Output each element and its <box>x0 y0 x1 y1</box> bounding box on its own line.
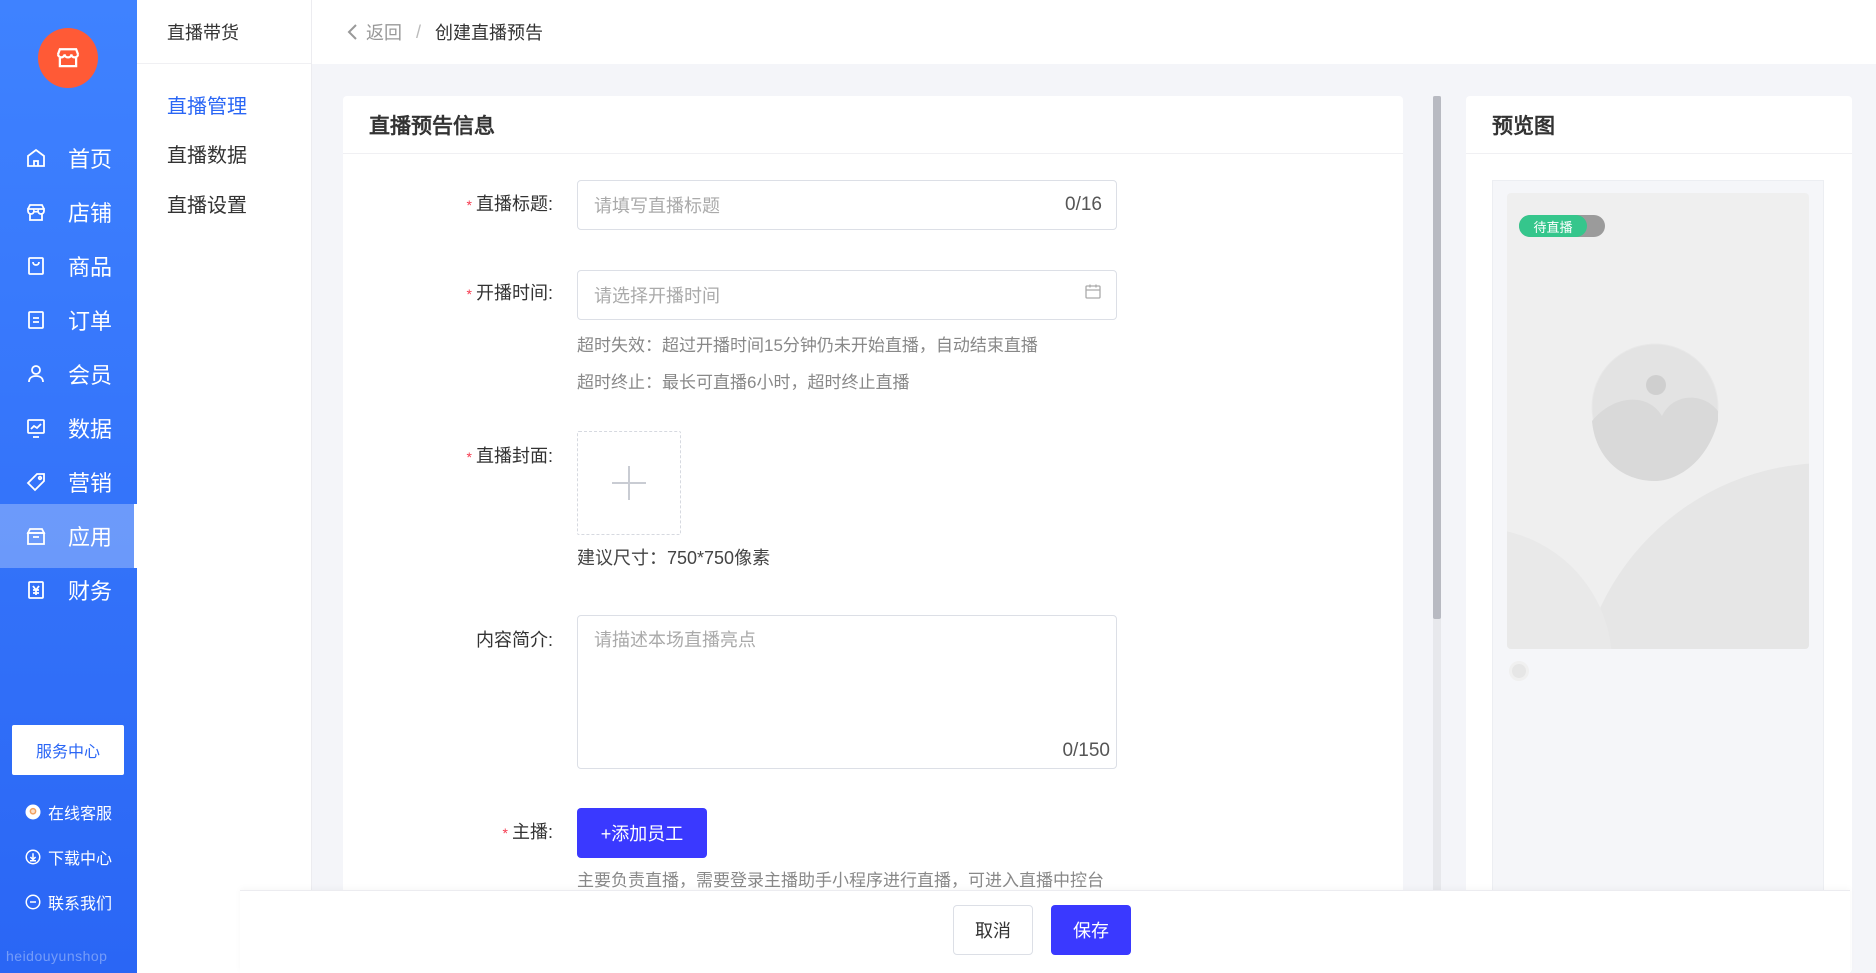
time-label: * 开播时间: <box>466 283 553 303</box>
nav-item-label: 订单 <box>68 309 113 334</box>
breadcrumb: 返回 / 创建直播预告 <box>312 0 1876 64</box>
live-title-counter: 0/16 <box>1065 194 1102 215</box>
action-bar: 取消 保存 <box>240 890 1850 973</box>
live-preview-form-card: 直播预告信息 * 直播标题: 请填写直播标题 0/16 * 开播时间: 请选择开播时… <box>343 96 1403 973</box>
chat-icon <box>24 893 42 911</box>
nav-item-label: 数据 <box>68 417 113 442</box>
app-icon <box>24 524 48 548</box>
intro-placeholder: 请描述本场直播亮点 <box>594 630 756 650</box>
online-service-label: 在线客服 <box>48 806 113 823</box>
store-icon <box>24 200 48 224</box>
sub-nav-item-live-settings[interactable]: 直播设置 <box>167 189 247 218</box>
sub-nav-item-live-manage[interactable]: 直播管理 <box>167 90 247 119</box>
avatar <box>1509 661 1529 681</box>
download-center-link[interactable]: 下载中心 <box>24 845 112 869</box>
timeout-stop-hint: 超时终止：最长可直播6小时，超时终止直播 <box>577 373 910 392</box>
cover-label: * 直播封面: <box>466 446 553 466</box>
save-button[interactable]: 保存 <box>1051 905 1131 955</box>
back-label: 返回 <box>366 23 402 43</box>
preview-card: 预览图 待直播 <box>1466 96 1852 973</box>
chart-icon <box>24 416 48 440</box>
back-link[interactable]: 返回 <box>346 19 402 45</box>
calendar-icon <box>1085 284 1101 299</box>
required-mark: * <box>466 286 472 302</box>
nav-item-label: 店铺 <box>68 201 113 226</box>
chevron-left-icon <box>347 24 357 40</box>
cover-upload[interactable] <box>577 431 681 535</box>
add-staff-button[interactable]: +添加员工 <box>577 808 707 858</box>
nav-item-label: 首页 <box>68 147 113 172</box>
sub-nav: 直播带货 直播管理 直播数据 直播设置 <box>137 0 312 973</box>
cover-placeholder-image: 待直播 <box>1507 193 1809 649</box>
form-title: 直播预告信息 <box>343 96 1403 154</box>
preview-title: 预览图 <box>1466 96 1852 154</box>
intro-textarea[interactable]: 请描述本场直播亮点 0/150 <box>577 615 1117 769</box>
timeout-expire-hint: 超时失效：超过开播时间15分钟仍未开始直播，自动结束直播 <box>577 336 1038 355</box>
live-title-placeholder: 请填写直播标题 <box>594 196 720 216</box>
download-center-label: 下载中心 <box>48 851 113 868</box>
breadcrumb-separator: / <box>416 21 422 42</box>
sub-nav-header: 直播带货 <box>137 0 311 64</box>
sub-nav-item-live-data[interactable]: 直播数据 <box>167 139 247 168</box>
title-label: * 直播标题: <box>466 194 553 214</box>
breadcrumb-current: 创建直播预告 <box>435 23 544 43</box>
download-icon <box>24 848 42 866</box>
intro-counter: 0/150 <box>1062 740 1110 761</box>
main-nav: 首页 店铺 商品 订单 会员 数据 营销 应用 财务 服务中心 在线客服 下载中… <box>0 0 137 973</box>
service-center-button[interactable]: 服务中心 <box>12 725 124 775</box>
anchor-hint: 主要负责直播，需要登录主播助手小程序进行直播，可进入直播中控台 <box>577 871 1104 890</box>
anchor-label: * 主播: <box>502 822 553 842</box>
phone-preview: 待直播 <box>1492 180 1824 973</box>
nav-item-finance[interactable]: 财务 <box>0 558 137 622</box>
scrollbar-thumb[interactable] <box>1433 96 1441 619</box>
cover-size-hint: 建议尺寸：750*750像素 <box>577 548 771 568</box>
image-placeholder-icon <box>1507 343 1809 649</box>
nav-item-label: 财务 <box>68 579 113 604</box>
brand-watermark: heidouyunshop <box>6 948 108 964</box>
required-mark: * <box>502 825 508 841</box>
nav-item-label: 会员 <box>68 363 113 388</box>
plus-icon <box>612 466 646 500</box>
status-badge: 待直播 <box>1519 215 1605 237</box>
nav-item-label: 商品 <box>68 255 113 280</box>
live-title-input[interactable]: 请填写直播标题 0/16 <box>577 180 1117 230</box>
nav-item-label: 应用 <box>68 525 113 550</box>
shop-logo-icon[interactable] <box>38 28 98 88</box>
contact-us-link[interactable]: 联系我们 <box>24 890 112 914</box>
cancel-button[interactable]: 取消 <box>953 905 1033 955</box>
intro-label: 内容简介: <box>475 630 553 650</box>
goods-icon <box>24 254 48 278</box>
required-mark: * <box>466 197 472 213</box>
nav-item-label: 营销 <box>68 471 113 496</box>
customer-service-icon <box>24 803 42 821</box>
contact-us-label: 联系我们 <box>48 896 113 913</box>
start-time-placeholder: 请选择开播时间 <box>594 286 720 306</box>
order-icon <box>24 308 48 332</box>
required-mark: * <box>466 449 472 465</box>
member-icon <box>24 362 48 386</box>
finance-icon <box>24 578 48 602</box>
online-service-link[interactable]: 在线客服 <box>24 800 112 824</box>
tag-icon <box>24 470 48 494</box>
start-time-picker[interactable]: 请选择开播时间 <box>577 270 1117 320</box>
home-icon <box>24 146 48 170</box>
